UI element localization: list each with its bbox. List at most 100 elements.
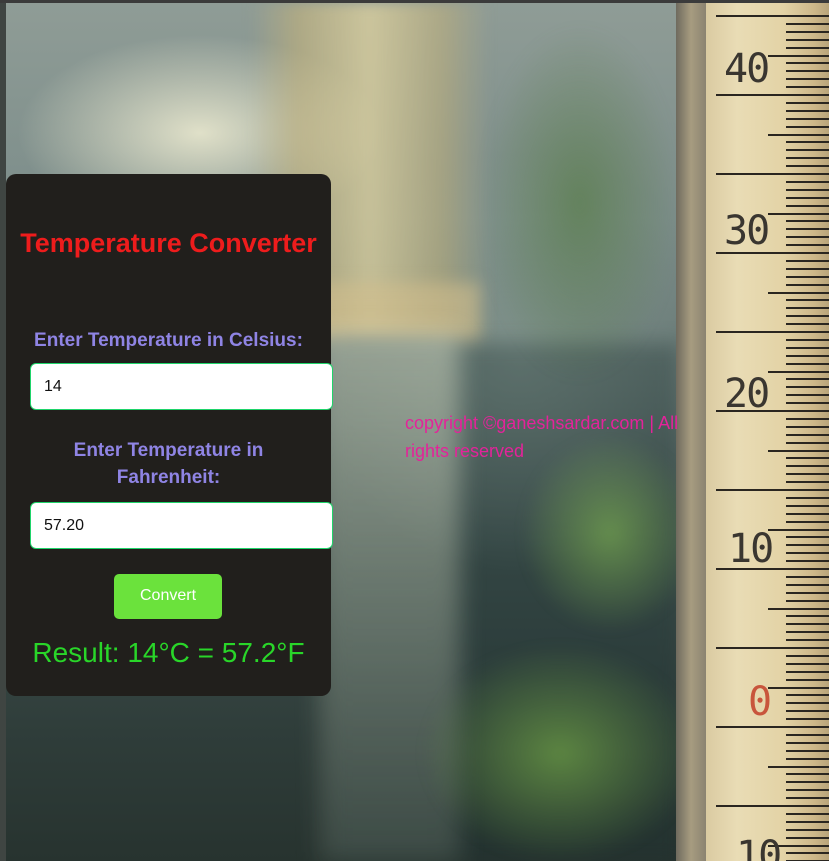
thermometer-tick (786, 710, 829, 713)
thermometer-tick (786, 473, 829, 476)
thermometer-tick (786, 749, 829, 752)
celsius-input[interactable]: 14 (30, 363, 333, 410)
thermometer-tick (786, 259, 829, 262)
thermometer-tick (768, 54, 829, 57)
thermometer-tick (716, 173, 829, 175)
thermometer-number: 10 (736, 833, 782, 861)
thermometer-tick (786, 631, 829, 634)
thermometer-tick (786, 670, 829, 673)
thermometer-tick (786, 797, 829, 800)
thermometer-tick (786, 109, 829, 112)
thermometer-tick (786, 591, 829, 594)
thermometer-tick (768, 686, 829, 689)
thermometer-tick (786, 149, 829, 152)
thermometer-tick (716, 94, 829, 96)
thermometer-tick (786, 623, 829, 626)
thermometer-tick (786, 236, 829, 239)
thermometer-tick (786, 70, 829, 73)
thermometer-tick (716, 489, 829, 491)
thermometer-tick (716, 647, 829, 649)
thermometer-tick (768, 607, 829, 610)
thermometer-tick (786, 702, 829, 705)
thermometer-tick (786, 820, 829, 823)
background-foliage (420, 643, 700, 861)
thermometer-tick (786, 362, 829, 365)
thermometer-tick (786, 741, 829, 744)
thermometer-tick (786, 188, 829, 191)
thermometer-tick (786, 204, 829, 207)
thermometer-number: 30 (724, 208, 770, 254)
thermometer-tick (786, 465, 829, 468)
thermometer-tick (786, 481, 829, 484)
thermometer-tick (786, 378, 829, 381)
fahrenheit-input[interactable]: 57.20 (30, 502, 333, 549)
thermometer-tick (786, 718, 829, 721)
thermometer-tick (716, 805, 829, 807)
thermometer-tick (786, 457, 829, 460)
converter-card: Temperature Converter Enter Temperature … (6, 174, 333, 696)
thermometer-tick (786, 512, 829, 515)
thermometer-tick (786, 781, 829, 784)
thermometer-tick (786, 417, 829, 420)
thermometer-tick (786, 394, 829, 397)
thermometer-tick (786, 196, 829, 199)
result-text: Result: 14°C = 57.2°F (32, 637, 305, 668)
thermometer-tick (786, 639, 829, 642)
thermometer-tick (786, 117, 829, 120)
thermometer-tick (786, 520, 829, 523)
thermometer-tick (786, 323, 829, 326)
fahrenheit-label: Enter Temperature in Fahrenheit: (73, 440, 264, 488)
thermometer-tick (768, 133, 829, 136)
thermometer-tick (786, 654, 829, 657)
thermometer-tick (786, 599, 829, 602)
thermometer-tick (786, 101, 829, 104)
thermometer-tick (786, 180, 829, 183)
thermometer-tick (786, 125, 829, 128)
thermometer-tick (786, 504, 829, 507)
celsius-label: Enter Temperature in Celsius: (34, 330, 303, 351)
copyright-text: copyright ©ganeshsardar.com | All rights… (405, 413, 679, 461)
thermometer-tick (786, 615, 829, 618)
thermometer-tick (786, 267, 829, 270)
thermometer-tick (786, 283, 829, 286)
thermometer-tick (768, 528, 829, 531)
thermometer-tick (786, 552, 829, 555)
thermometer-tick (786, 812, 829, 815)
thermometer-tick (786, 773, 829, 776)
thermometer-tick (786, 78, 829, 81)
thermometer-tick (786, 315, 829, 318)
thermometer-tick (786, 828, 829, 831)
thermometer-tick (786, 425, 829, 428)
thermometer-tick (768, 291, 829, 294)
thermometer-tick (786, 62, 829, 65)
thermometer-tick (786, 441, 829, 444)
thermometer-tick (786, 678, 829, 681)
thermometer-tick (786, 789, 829, 792)
thermometer-number: 40 (724, 46, 770, 92)
thermometer-tick (786, 338, 829, 341)
thermometer-tick (786, 165, 829, 168)
thermometer-tick (716, 726, 829, 728)
thermometer-tick (786, 299, 829, 302)
convert-button[interactable]: Convert (114, 574, 222, 619)
thermometer-tick (786, 244, 829, 247)
thermometer-tick (768, 765, 829, 768)
thermometer-tick (786, 220, 829, 223)
thermometer-tick (786, 694, 829, 697)
thermometer-tick (786, 836, 829, 839)
thermometer-number: 0 (748, 679, 772, 725)
converter-title: Temperature Converter (20, 228, 317, 258)
thermometer-tick (786, 496, 829, 499)
thermometer-tick (768, 212, 829, 215)
thermometer-number: 20 (724, 371, 770, 417)
thermometer-tick (786, 30, 829, 33)
thermometer-tick (786, 852, 829, 855)
thermometer-tick (768, 370, 829, 373)
thermometer-tick (786, 662, 829, 665)
thermometer-tick (768, 449, 829, 452)
thermometer-tick (786, 402, 829, 405)
thermometer-tick (786, 38, 829, 41)
thermometer-tick (786, 536, 829, 539)
thermometer-tick (786, 86, 829, 89)
thermometer-tick (786, 157, 829, 160)
